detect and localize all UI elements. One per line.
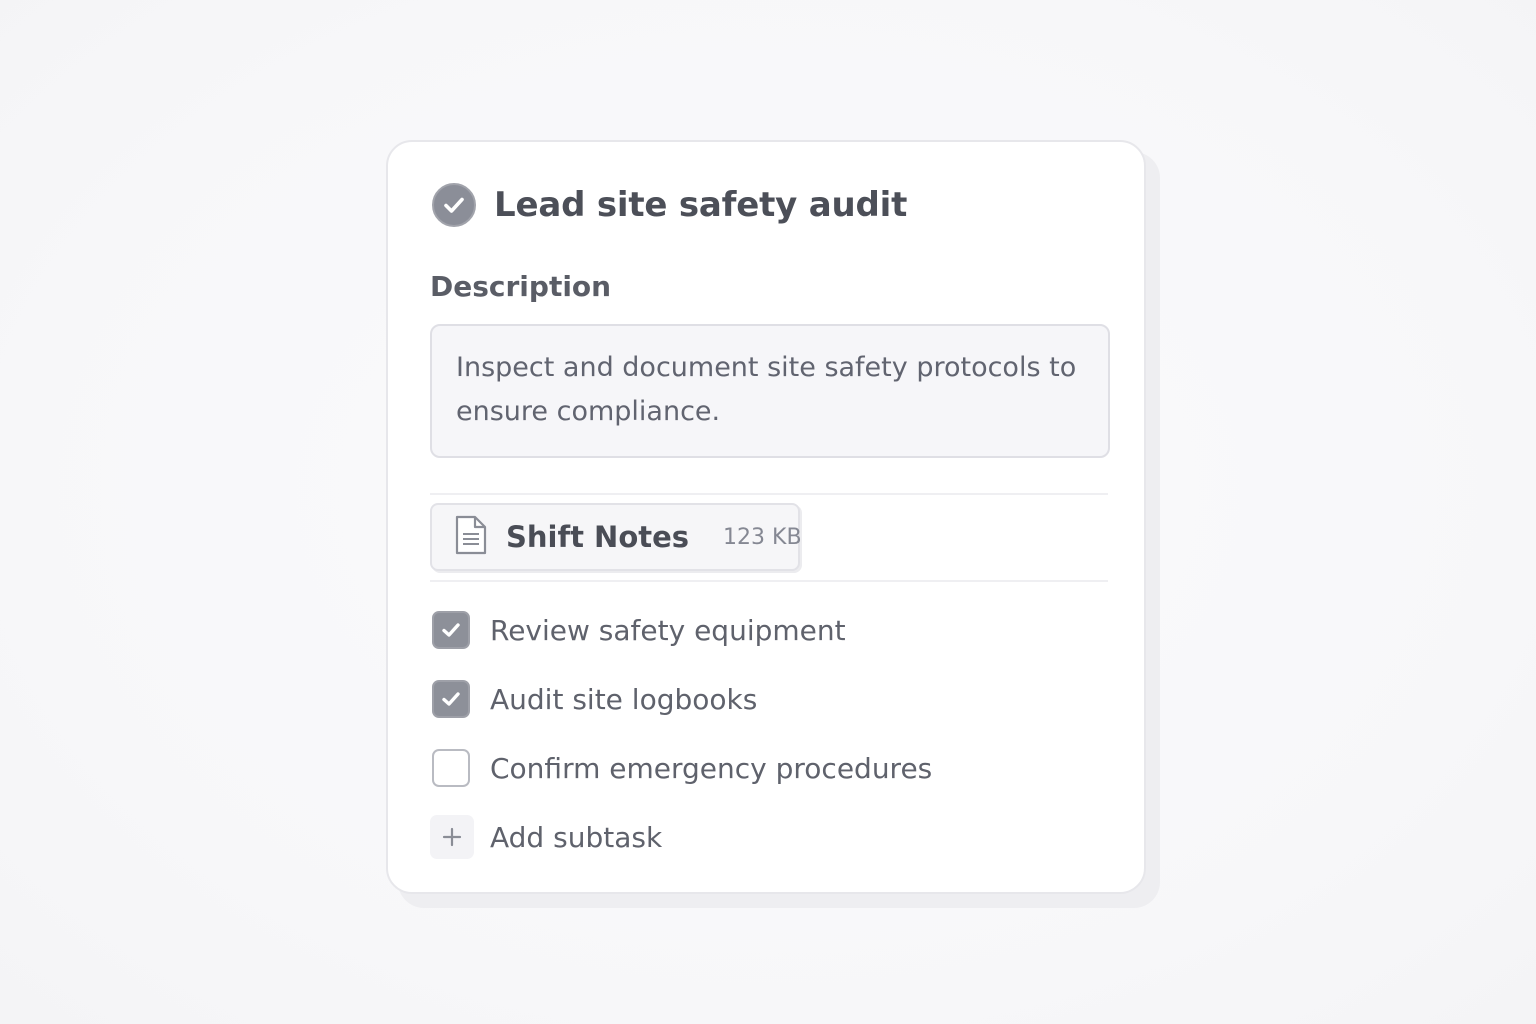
add-subtask-button[interactable]: Add subtask [430,815,663,859]
description-text: Inspect and document site safety protoco… [456,352,1077,427]
page: Lead site safety audit Description Inspe… [0,0,1536,1024]
add-subtask-label: Add subtask [490,820,663,854]
subtask-label: Confirm emergency procedures [490,751,933,785]
check-circle-icon[interactable] [432,183,476,227]
subtask-item[interactable]: Audit site logbooks [432,679,757,719]
divider [430,580,1108,582]
subtask-checkbox-checked[interactable] [432,611,470,649]
task-title[interactable]: Lead site safety audit [494,185,907,225]
attachment-size: 123 KB [723,524,802,550]
subtask-item[interactable]: Review safety equipment [432,610,846,650]
subtask-checkbox-unchecked[interactable] [432,749,470,787]
attachment-chip[interactable]: Shift Notes 123 KB [430,503,802,571]
description-field[interactable]: Inspect and document site safety protoco… [430,324,1110,458]
task-header: Lead site safety audit [432,182,907,228]
subtask-checkbox-checked[interactable] [432,680,470,718]
subtask-item[interactable]: Confirm emergency procedures [432,748,932,788]
subtask-label: Audit site logbooks [490,682,758,716]
divider [430,493,1108,495]
attachment-name: Shift Notes [506,520,690,554]
description-label: Description [430,270,612,303]
plus-icon[interactable] [430,815,474,859]
document-icon [454,514,488,560]
subtask-label: Review safety equipment [490,613,846,647]
task-card: Lead site safety audit Description Inspe… [386,140,1146,894]
